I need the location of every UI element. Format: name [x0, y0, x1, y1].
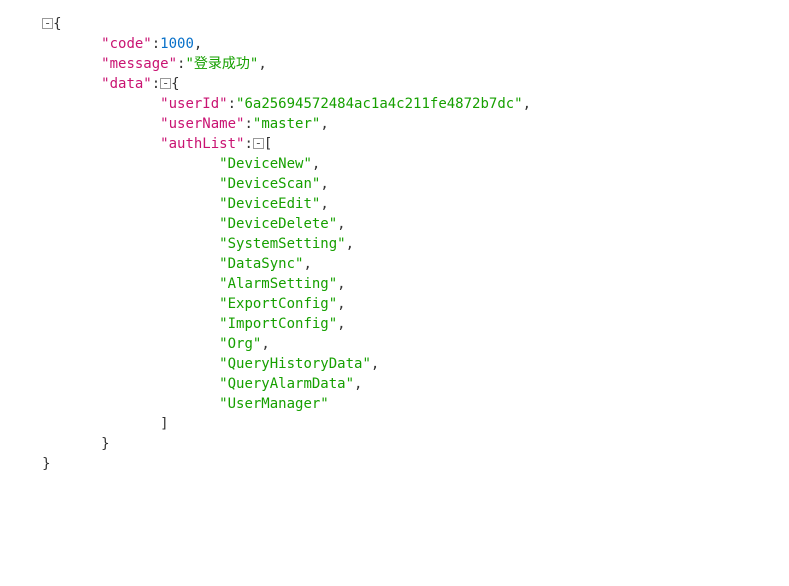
- authlist-close-bracket: ]: [160, 416, 168, 432]
- authlist-item: "AlarmSetting": [219, 276, 337, 292]
- json-viewer: -{ "code":1000, "message":"登录成功", "data"…: [0, 0, 789, 474]
- authlist-item: "ExportConfig": [219, 296, 337, 312]
- key-code: "code": [101, 36, 152, 52]
- authlist-item: "SystemSetting": [219, 236, 345, 252]
- data-open-brace: {: [171, 76, 179, 92]
- collapse-icon[interactable]: -: [42, 18, 53, 29]
- key-userId: "userId": [160, 96, 227, 112]
- key-authList: "authList": [160, 136, 244, 152]
- root-open-brace: {: [53, 16, 61, 32]
- value-code: 1000: [160, 36, 194, 52]
- authlist-item: "DeviceScan": [219, 176, 320, 192]
- authlist-item: "DataSync": [219, 256, 303, 272]
- value-userName: "master": [253, 116, 320, 132]
- key-userName: "userName": [160, 116, 244, 132]
- value-userId: "6a25694572484ac1a4c211fe4872b7dc": [236, 96, 523, 112]
- authlist-item: "UserManager": [219, 396, 329, 412]
- authlist-item: "DeviceDelete": [219, 216, 337, 232]
- collapse-icon[interactable]: -: [160, 78, 171, 89]
- collapse-icon[interactable]: -: [253, 138, 264, 149]
- authlist-item: "DeviceEdit": [219, 196, 320, 212]
- authlist-item: "Org": [219, 336, 261, 352]
- data-close-brace: }: [101, 436, 109, 452]
- root-close-brace: }: [42, 456, 50, 472]
- authlist-item: "QueryAlarmData": [219, 376, 354, 392]
- value-message: "登录成功": [185, 56, 258, 72]
- authlist-item: "DeviceNew": [219, 156, 312, 172]
- key-data: "data": [101, 76, 152, 92]
- authlist-open-bracket: [: [264, 136, 272, 152]
- authlist-item: "QueryHistoryData": [219, 356, 371, 372]
- key-message: "message": [101, 56, 177, 72]
- authlist-item: "ImportConfig": [219, 316, 337, 332]
